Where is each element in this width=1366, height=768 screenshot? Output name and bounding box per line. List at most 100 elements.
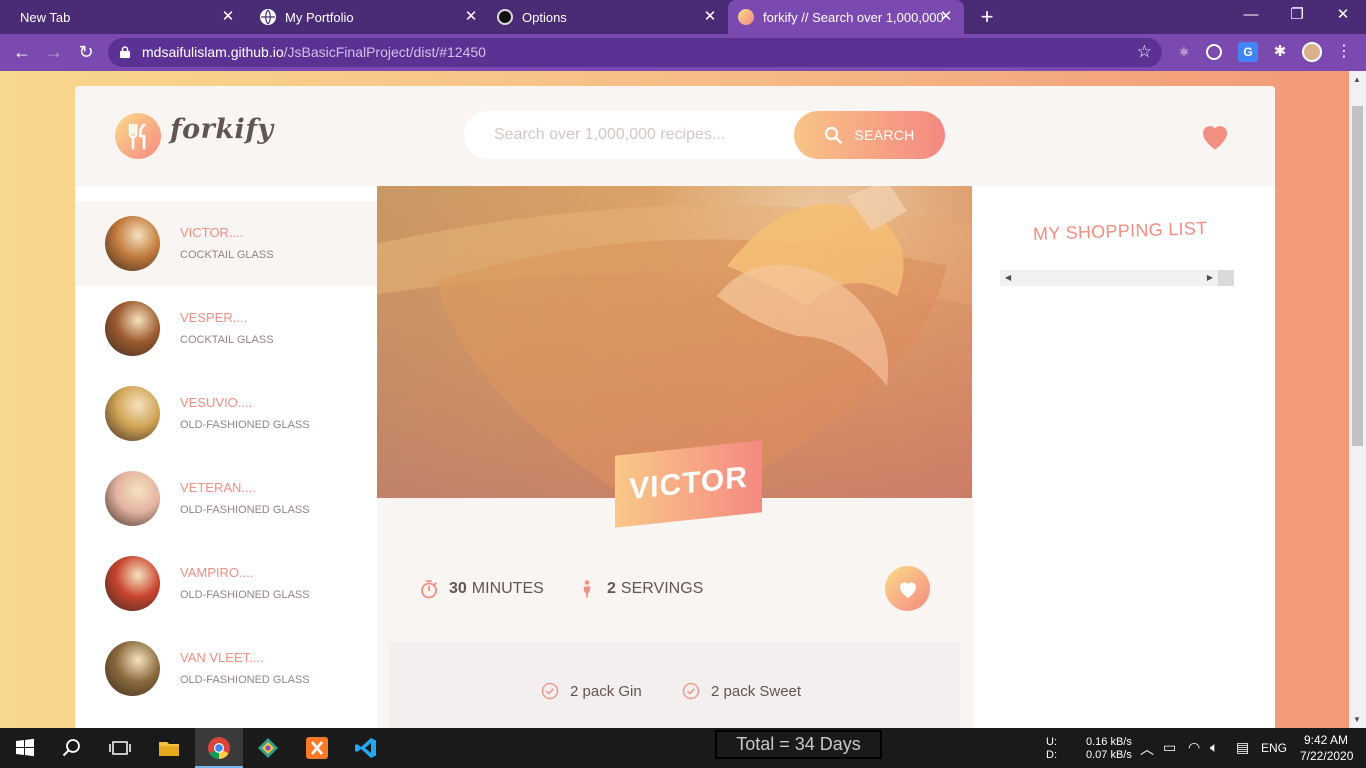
recipe-details: 30 MINUTES 2 SERVINGS: [389, 506, 960, 642]
result-thumbnail: [105, 556, 160, 611]
close-icon[interactable]: ✕: [463, 9, 479, 25]
result-glass: COCKTAIL GLASS: [180, 249, 274, 261]
close-icon[interactable]: ✕: [220, 9, 236, 25]
gitkraken-icon[interactable]: [256, 736, 280, 760]
bookmark-star-icon[interactable]: ☆: [1137, 42, 1152, 62]
result-thumbnail: [105, 301, 160, 356]
window-close-icon[interactable]: ✕: [1320, 0, 1366, 34]
scrollbar-thumb[interactable]: [1218, 270, 1234, 286]
windows-start-icon[interactable]: [13, 736, 37, 760]
search-button[interactable]: SEARCH: [794, 111, 945, 159]
minutes-value: 30: [449, 580, 467, 597]
menu-kebab-icon[interactable]: ⋮: [1334, 42, 1354, 62]
days-counter-widget: Total = 34 Days: [715, 730, 882, 759]
page-scrollbar-thumb[interactable]: [1352, 106, 1363, 446]
result-item[interactable]: VAMPIRO.... OLD-FASHIONED GLASS: [75, 541, 377, 626]
close-icon[interactable]: ✕: [702, 9, 718, 25]
search-form: SEARCH: [464, 111, 945, 159]
new-tab-plus-icon[interactable]: +: [976, 5, 998, 29]
result-glass: COCKTAIL GLASS: [180, 334, 274, 346]
action-center-icon[interactable]: ▤: [1236, 739, 1249, 756]
bookmarks-heart-icon[interactable]: [1197, 118, 1233, 154]
search-icon[interactable]: [60, 736, 84, 760]
profile-avatar[interactable]: [1302, 42, 1322, 62]
result-glass: OLD-FASHIONED GLASS: [180, 674, 310, 686]
forward-arrow-icon[interactable]: →: [42, 40, 66, 64]
result-glass: OLD-FASHIONED GLASS: [180, 504, 310, 516]
clock-time[interactable]: 9:42 AM: [1304, 733, 1348, 747]
tab-title: Options: [522, 9, 567, 25]
page-vertical-scrollbar[interactable]: ▲ ▼: [1349, 71, 1366, 728]
recipe-view: VICTOR 30 MINUTES 2 SERVINGS 2 pack Gin …: [377, 186, 972, 728]
extensions-puzzle-icon[interactable]: ✱: [1270, 42, 1290, 62]
task-view-icon[interactable]: [108, 736, 132, 760]
translate-icon[interactable]: G: [1238, 42, 1258, 62]
restore-icon[interactable]: ❐: [1274, 0, 1320, 34]
clock-date[interactable]: 7/22/2020: [1300, 749, 1353, 763]
back-arrow-icon[interactable]: ←: [10, 40, 34, 64]
servings-label: SERVINGS: [620, 580, 704, 597]
minutes-label: MINUTES: [471, 580, 544, 597]
scroll-up-arrow-icon[interactable]: ▲: [1353, 75, 1361, 84]
result-thumbnail: [105, 641, 160, 696]
search-button-label: SEARCH: [854, 127, 915, 143]
chrome-icon[interactable]: [207, 736, 231, 760]
forkify-container: forkify SEARCH VICTOR....COCKTAIL GLASSV…: [75, 86, 1275, 728]
recipe-like-button[interactable]: [885, 566, 930, 611]
net-down-speed: 0.07 kB/s: [1086, 749, 1132, 761]
show-hidden-icons-chevron-icon[interactable]: ︿: [1140, 739, 1154, 759]
browser-toolbar: ← → ↻ mdsaifulislam.github.io/JsBasicFin…: [0, 34, 1366, 71]
result-glass: OLD-FASHIONED GLASS: [180, 419, 310, 431]
result-glass: OLD-FASHIONED GLASS: [180, 589, 310, 601]
result-name: VICTOR....: [180, 225, 244, 240]
scroll-down-arrow-icon[interactable]: ▼: [1353, 715, 1361, 724]
react-devtools-icon[interactable]: ⚛: [1174, 42, 1194, 62]
net-up-speed: 0.16 kB/s: [1086, 736, 1132, 748]
tab-title: forkify // Search over 1,000,000 r: [763, 9, 943, 25]
scroll-right-arrow-icon[interactable]: ▶: [1207, 273, 1213, 282]
tab-options[interactable]: Options ✕: [489, 0, 726, 34]
tab-my-portfolio[interactable]: My Portfolio ✕: [250, 0, 487, 34]
scroll-left-arrow-icon[interactable]: ◀: [1005, 273, 1011, 282]
shopping-list-scrollbar[interactable]: ◀ ▶: [1000, 270, 1234, 286]
result-item[interactable]: VAN VLEET.... OLD-FASHIONED GLASS: [75, 626, 377, 711]
search-results-list: VICTOR.... COCKTAIL GLASS VESPER.... COCKTA…: [75, 186, 377, 728]
stopwatch-icon: [421, 580, 437, 599]
ingredient-count: 2 pack: [711, 682, 756, 700]
reload-icon[interactable]: ↻: [74, 40, 98, 64]
close-icon[interactable]: ✕: [938, 9, 954, 25]
search-input[interactable]: [494, 123, 784, 147]
windows-taskbar: Total = 34 Days U: D: 0.16 kB/s 0.07 kB/…: [0, 728, 1366, 768]
result-item[interactable]: VESUVIO.... OLD-FASHIONED GLASS: [75, 371, 377, 456]
result-item[interactable]: VESPER.... COCKTAIL GLASS: [75, 286, 377, 371]
minimize-icon[interactable]: —: [1228, 0, 1274, 34]
result-item[interactable]: VICTOR.... COCKTAIL GLASS: [75, 201, 377, 286]
file-explorer-icon[interactable]: [157, 736, 181, 760]
result-name: VESPER....: [180, 310, 248, 325]
battery-icon[interactable]: ▭: [1163, 739, 1176, 756]
result-name: VETERAN....: [180, 480, 256, 495]
recipe-info-servings: 2 SERVINGS: [577, 579, 703, 599]
heart-icon: [899, 581, 916, 598]
result-thumbnail: [105, 471, 160, 526]
fork-knife-logo-icon[interactable]: [115, 113, 161, 159]
ingredient-name: Sweet: [759, 682, 802, 700]
ingredient-item: 2 pack Gin: [541, 682, 642, 700]
language-indicator[interactable]: ENG: [1261, 741, 1287, 755]
address-bar[interactable]: mdsaifulislam.github.io/JsBasicFinalProj…: [108, 38, 1162, 67]
tab-new-tab[interactable]: New Tab ✕: [0, 0, 244, 34]
tab-forkify[interactable]: forkify // Search over 1,000,000 r ✕: [728, 0, 964, 34]
extension-circle-icon[interactable]: [1206, 44, 1222, 60]
globe-icon: [260, 9, 276, 25]
logo-text[interactable]: forkify: [170, 114, 274, 145]
recipe-info-minutes: 30 MINUTES: [419, 579, 544, 599]
check-circle-icon: [682, 682, 700, 700]
url-text: mdsaifulislam.github.io/JsBasicFinalProj…: [142, 44, 486, 60]
url-host: mdsaifulislam.github.io: [142, 44, 284, 60]
volume-icon[interactable]: 🔈︎: [1210, 739, 1218, 756]
xampp-icon[interactable]: [305, 736, 329, 760]
result-item[interactable]: VETERAN.... OLD-FASHIONED GLASS: [75, 456, 377, 541]
result-thumbnail: [105, 216, 160, 271]
wifi-icon[interactable]: ◠: [1188, 739, 1200, 756]
vscode-icon[interactable]: [354, 736, 378, 760]
